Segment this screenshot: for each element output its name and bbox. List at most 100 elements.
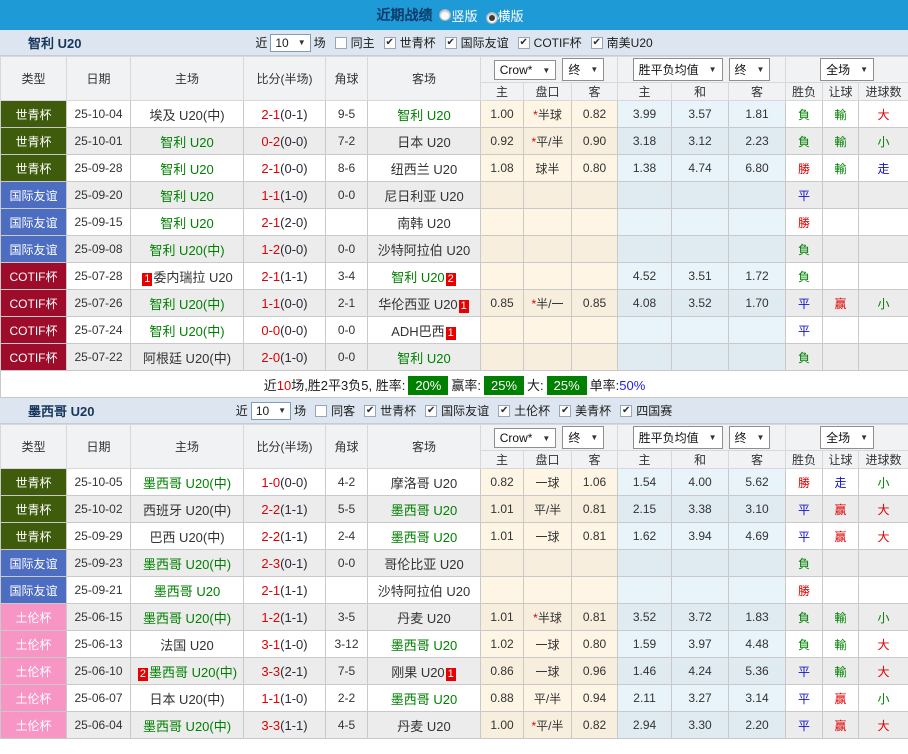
avg-stage-select[interactable]: 终 ▼ bbox=[728, 426, 771, 449]
comp-filter-checkbox[interactable] bbox=[517, 36, 530, 49]
result-goals-cell: 大 bbox=[858, 630, 908, 658]
same-venue-checkbox[interactable] bbox=[334, 36, 347, 49]
date-cell: 25-10-02 bbox=[66, 495, 131, 523]
scope-select[interactable]: 全场 ▼ bbox=[820, 58, 875, 81]
match-row: COTIF杯 25-07-22 阿根廷 U20(中) 2-0(1-0) 0-0 智利 U2… bbox=[0, 343, 908, 371]
match-row: 土伦杯 25-06-15 墨西哥 U20(中) 1-2(1-1) 3-5 丹麦 U20 1.… bbox=[0, 603, 908, 631]
avg-home-cell: 2.94 bbox=[617, 711, 673, 739]
team-cell: 埃及 U20(中) bbox=[130, 100, 244, 128]
layout-radio-0[interactable] bbox=[439, 8, 452, 21]
comp-filter-checkbox[interactable] bbox=[590, 36, 603, 49]
avg-draw-cell: 3.97 bbox=[671, 630, 730, 658]
odds-stage-select[interactable]: 终 ▼ bbox=[562, 426, 605, 449]
avg-away-cell: 5.62 bbox=[728, 468, 787, 496]
halftime-score: (1-0) bbox=[280, 349, 308, 365]
team-cell: 墨西哥 U20(中) bbox=[130, 468, 244, 496]
handicap-cell bbox=[523, 262, 572, 290]
comp-filter-checkbox[interactable] bbox=[425, 404, 438, 417]
comp-filter-checkbox[interactable] bbox=[364, 404, 377, 417]
comp-filter-checkbox[interactable] bbox=[559, 404, 572, 417]
sub-col-header: 客 bbox=[570, 450, 619, 469]
date-cell: 25-06-07 bbox=[66, 684, 131, 712]
odds-away-cell bbox=[570, 316, 619, 344]
team-cell: 西班牙 U20(中) bbox=[130, 495, 244, 523]
chevron-down-icon: ▼ bbox=[756, 65, 765, 74]
corners-cell: 3-5 bbox=[325, 603, 368, 631]
odds-away-cell: 0.81 bbox=[570, 603, 619, 631]
corners-cell: 4-2 bbox=[325, 468, 368, 496]
team-name: 沙特阿拉伯 U20 bbox=[377, 583, 471, 599]
handicap-star: * bbox=[533, 610, 538, 625]
red-card-badge: 1 bbox=[445, 326, 456, 340]
odds-away-cell bbox=[570, 343, 619, 371]
avg-select[interactable]: 胜平负均值 ▼ bbox=[632, 58, 723, 81]
odds-company-select[interactable]: Crow* ▼ bbox=[493, 428, 557, 448]
match-count-select[interactable]: 10 ▼ bbox=[250, 401, 292, 420]
match-count-select[interactable]: 10 ▼ bbox=[270, 33, 311, 52]
comp-filter-checkbox[interactable] bbox=[444, 36, 457, 49]
avg-away-cell: 6.80 bbox=[728, 154, 787, 182]
team-cell: 华伦西亚 U20 1 bbox=[367, 289, 481, 317]
team-cell: 智利 U20 bbox=[130, 181, 244, 209]
col-header: 日期 bbox=[66, 424, 131, 469]
competition-cell: 土伦杯 bbox=[0, 657, 67, 685]
odds-home-cell: 0.85 bbox=[480, 289, 524, 317]
layout-radio-1[interactable] bbox=[485, 11, 498, 24]
sub-col-header: 主 bbox=[480, 82, 524, 101]
fulltime-score: 2-1 bbox=[261, 214, 281, 230]
score-cell: 1-1(1-0) bbox=[243, 181, 326, 209]
sub-col-header: 让球 bbox=[822, 450, 860, 469]
team-name: 丹麦 U20 bbox=[397, 610, 451, 626]
sub-col-header: 胜负 bbox=[785, 450, 824, 469]
team-cell: 墨西哥 U20(中) bbox=[130, 603, 244, 631]
red-card-badge: 1 bbox=[458, 299, 469, 313]
competition-cell: 国际友谊 bbox=[0, 576, 67, 604]
fulltime-score: 2-1 bbox=[261, 106, 281, 122]
avg-draw-cell: 4.74 bbox=[671, 154, 730, 182]
fulltime-score: 2-2 bbox=[261, 528, 281, 544]
team-cell: 智利 U20 bbox=[367, 100, 481, 128]
halftime-score: (0-1) bbox=[280, 106, 308, 122]
team-cell: 智利 U20 2 bbox=[367, 262, 481, 290]
match-row: 世青杯 25-10-01 智利 U20 0-2(0-0) 7-2 日本 U20 0.92 *平… bbox=[0, 127, 908, 155]
avg-away-cell bbox=[728, 235, 787, 263]
avg-select[interactable]: 胜平负均值 ▼ bbox=[632, 426, 723, 449]
comp-filter-checkbox[interactable] bbox=[383, 36, 396, 49]
competition-cell: COTIF杯 bbox=[0, 316, 67, 344]
same-venue-label: 同主 bbox=[350, 36, 375, 50]
result-wdl-cell: 平 bbox=[785, 181, 824, 209]
same-venue-checkbox[interactable] bbox=[315, 404, 328, 417]
odds-header-group: Crow* ▼ 终 ▼ bbox=[479, 56, 619, 83]
odds-home-cell: 1.00 bbox=[480, 100, 524, 128]
chile-u20-matches-table: 类型 日期 主场 比分(半场) 角球 客场 Crow* ▼ 终 ▼ 胜平负均值 ▼ 终 ▼ 全场 ▼ 主盘口客主… bbox=[0, 56, 908, 398]
team-cell: 智利 U20(中) bbox=[130, 235, 244, 263]
team-name: 智利 U20 bbox=[160, 161, 214, 177]
result-handicap-cell bbox=[822, 262, 860, 290]
team-cell: 智利 U20 bbox=[130, 208, 244, 236]
team-name: 巴西 U20(中) bbox=[149, 529, 225, 545]
team-name: 智利 U20 bbox=[391, 269, 445, 285]
fulltime-score: 1-1 bbox=[261, 295, 281, 311]
layout-radio-label[interactable]: 竖版 bbox=[451, 9, 477, 24]
odds-company-select[interactable]: Crow* ▼ bbox=[493, 60, 557, 80]
date-cell: 25-06-04 bbox=[66, 711, 131, 739]
scope-select[interactable]: 全场 ▼ bbox=[820, 426, 875, 449]
chevron-down-icon: ▼ bbox=[708, 65, 717, 74]
result-goals-cell: 大 bbox=[858, 657, 908, 685]
halftime-score: (0-0) bbox=[280, 322, 308, 338]
col-header: 角球 bbox=[325, 56, 368, 101]
section-bar-mexico-u20: 墨西哥 U20 近 10 ▼ 场 同客 世青杯 国际友谊 土伦杯 美青杯 四国赛 bbox=[0, 398, 908, 424]
odds-home-cell: 0.92 bbox=[480, 127, 524, 155]
team-cell: 智利 U20 bbox=[130, 154, 244, 182]
comp-filter-checkbox[interactable] bbox=[620, 404, 633, 417]
team-name: 墨西哥 U20 bbox=[390, 691, 458, 707]
fulltime-score: 1-2 bbox=[261, 609, 281, 625]
avg-stage-select[interactable]: 终 ▼ bbox=[728, 58, 771, 81]
competition-cell: 世青杯 bbox=[0, 468, 67, 496]
odds-away-cell: 0.94 bbox=[570, 684, 619, 712]
summary-text: 场,胜2平3负5, 胜率: bbox=[291, 377, 406, 393]
comp-filter-checkbox[interactable] bbox=[498, 404, 511, 417]
odds-stage-select[interactable]: 终 ▼ bbox=[562, 58, 605, 81]
avg-away-cell bbox=[728, 576, 787, 604]
layout-radio-label[interactable]: 横版 bbox=[498, 9, 524, 24]
